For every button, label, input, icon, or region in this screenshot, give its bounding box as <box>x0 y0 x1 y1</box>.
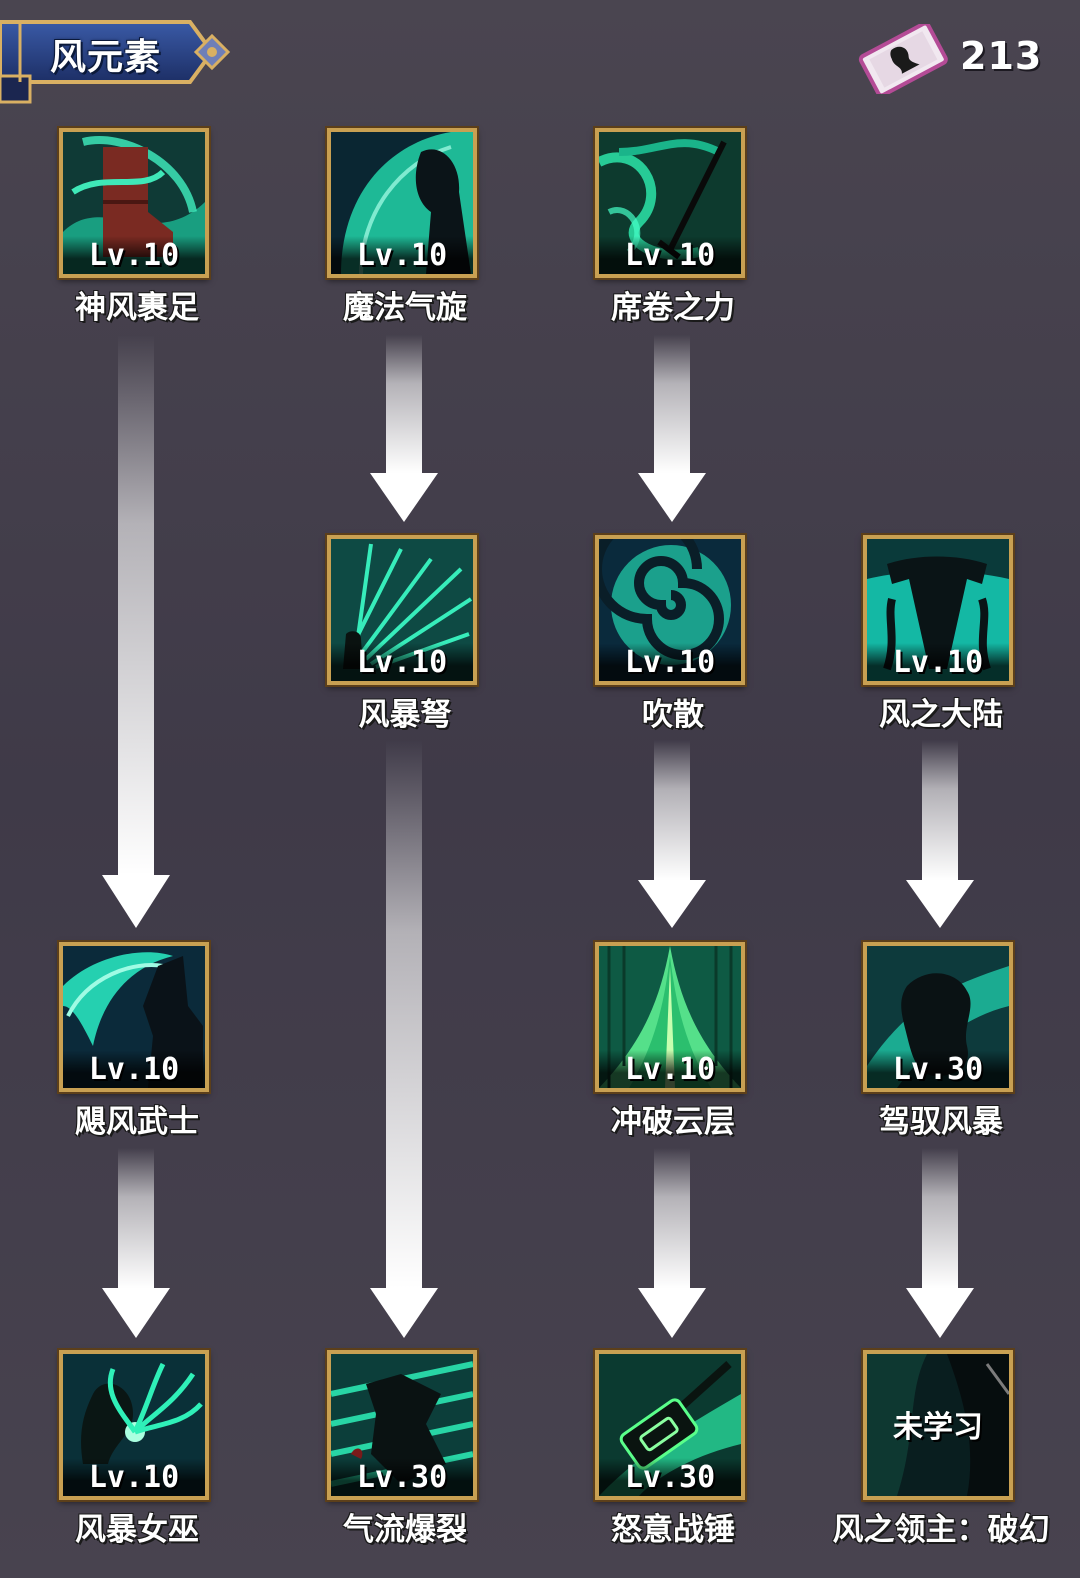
skill-level: Lv.10 <box>63 236 205 274</box>
skill-icon-frame: Lv.10 <box>59 1350 209 1500</box>
arrow-s3-s5 <box>638 335 706 522</box>
skill-name: 气流爆裂 <box>343 1512 467 1548</box>
arrow-s5-s8 <box>638 740 706 928</box>
skill-icon-frame: Lv.10 <box>595 128 745 278</box>
skill-name: 席卷之力 <box>611 290 735 326</box>
skill-level: Lv.10 <box>599 1050 741 1088</box>
skill-level: Lv.10 <box>331 236 473 274</box>
skill-name: 神风裹足 <box>75 290 199 326</box>
skill-icon-frame: Lv.10 <box>59 128 209 278</box>
arrow-s2-s4 <box>370 335 438 522</box>
skill-icon-frame: Lv.10 <box>863 535 1013 685</box>
skill-name: 驾驭风暴 <box>879 1104 1003 1140</box>
skill-level: Lv.10 <box>867 643 1009 681</box>
skill-name: 风暴弩 <box>358 697 452 733</box>
skill-icon-frame: Lv.10 <box>595 942 745 1092</box>
skill-icon-frame: Lv.30 <box>595 1350 745 1500</box>
skill-icon-frame: Lv.30 <box>863 942 1013 1092</box>
skill-icon-frame: 未学习 <box>863 1350 1013 1500</box>
arrow-s4-s11 <box>370 740 438 1338</box>
skill-level: Lv.30 <box>331 1458 473 1496</box>
skill-icon-frame: Lv.10 <box>595 535 745 685</box>
skill-name: 冲破云层 <box>611 1104 735 1140</box>
skill-level: Lv.10 <box>331 643 473 681</box>
skill-icon-frame: Lv.10 <box>59 942 209 1092</box>
arrow-s9-s13 <box>906 1148 974 1338</box>
skill-level: Lv.10 <box>599 236 741 274</box>
skill-icon-frame: Lv.10 <box>327 535 477 685</box>
arrow-s6-s9 <box>906 740 974 928</box>
skill-name: 风之领主：破幻 <box>832 1512 1050 1548</box>
skill-level: Lv.10 <box>63 1458 205 1496</box>
skill-level: Lv.30 <box>867 1050 1009 1088</box>
skill-icon-frame: Lv.30 <box>327 1350 477 1500</box>
skill-name: 怒意战锤 <box>611 1512 735 1548</box>
skill-name: 吹散 <box>642 697 704 733</box>
arrow-s1-s7 <box>102 335 170 928</box>
skill-name: 魔法气旋 <box>343 290 467 326</box>
arrow-s8-s12 <box>638 1148 706 1338</box>
skill-level: Lv.30 <box>599 1458 741 1496</box>
skill-name: 风暴女巫 <box>75 1512 199 1548</box>
skill-name: 飓风武士 <box>75 1104 199 1140</box>
skill-level: Lv.10 <box>63 1050 205 1088</box>
skill-level: Lv.10 <box>599 643 741 681</box>
skill-icon-frame: Lv.10 <box>327 128 477 278</box>
skill-status: 未学习 <box>893 1410 983 1445</box>
arrow-s7-s10 <box>102 1148 170 1338</box>
skill-name: 风之大陆 <box>879 697 1003 733</box>
